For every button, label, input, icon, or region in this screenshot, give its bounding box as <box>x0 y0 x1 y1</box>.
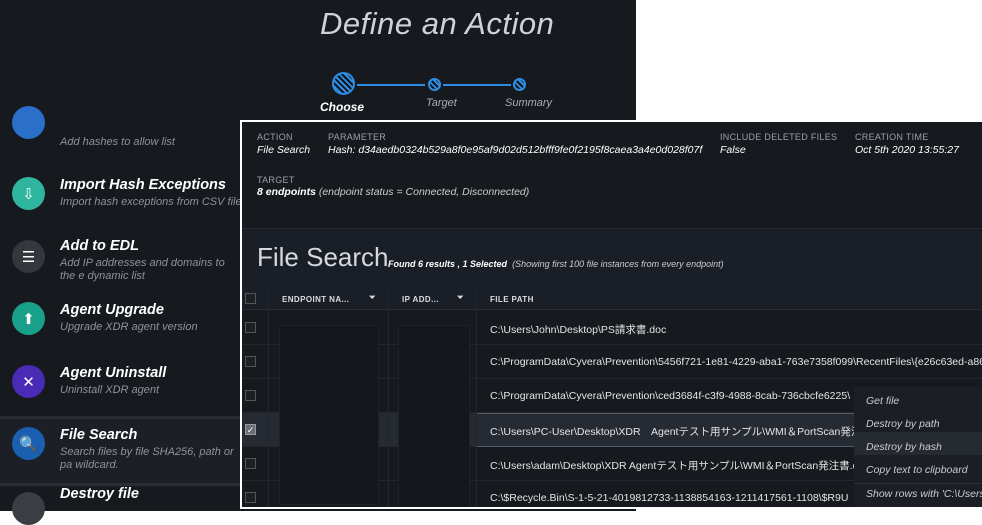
allow-list-icon <box>12 106 45 139</box>
action-label: ACTION <box>257 132 293 142</box>
table-header: ENDPOINT NA... ⏷ IP ADD... ⏷ FILE PATH <box>242 288 982 310</box>
action-desc: Upgrade XDR agent version <box>60 321 198 333</box>
file-path-cell[interactable]: C:\Users\John\Desktop\PS請求書.doc <box>490 322 666 337</box>
file-path-cell[interactable]: C:\ProgramData\Cyvera\Prevention\5456f72… <box>490 356 982 368</box>
action-desc: Import hash exceptions from CSV file <box>60 196 242 208</box>
step-choose-label: Choose <box>320 100 365 114</box>
action-name: File Search <box>60 427 138 443</box>
column-divider <box>268 288 269 507</box>
step-target-label: Target <box>426 97 457 109</box>
menu-divider <box>854 483 982 484</box>
creation-time-label: CREATION TIME <box>855 132 929 142</box>
action-desc: Search files by file SHA256, path or pa … <box>60 446 234 471</box>
creation-time-value: Oct 5th 2020 13:55:27 <box>855 144 959 156</box>
menu-copy-text[interactable]: Copy text to clipboard <box>866 464 968 476</box>
results-title: File Search <box>257 242 389 272</box>
filter-icon[interactable]: ⏷ <box>369 293 376 303</box>
row-checkbox[interactable]: ✓ <box>245 424 256 435</box>
parameter-label: PARAMETER <box>328 132 387 142</box>
context-menu: Get file Destroy by path Destroy by hash… <box>854 387 982 507</box>
filter-icon[interactable]: ⏷ <box>457 293 464 303</box>
step-summary-icon[interactable] <box>513 78 526 91</box>
menu-destroy-by-path[interactable]: Destroy by path <box>866 418 940 430</box>
file-search-icon: 🔍 <box>12 427 45 460</box>
destroy-file-icon <box>12 492 45 525</box>
upgrade-icon: ⬆ <box>12 302 45 335</box>
list-icon: ☰ <box>12 240 45 273</box>
step-target-icon[interactable] <box>428 78 441 91</box>
action-value: File Search <box>257 144 311 156</box>
page-title: Define an Action <box>320 6 555 41</box>
row-checkbox[interactable] <box>245 322 256 333</box>
file-path-cell[interactable]: C:\Users\adam\Desktop\XDR Agentテスト用サンプル\… <box>490 458 864 473</box>
row-checkbox[interactable] <box>245 492 256 503</box>
target-value: 8 endpoints (endpoint status = Connected… <box>257 186 529 198</box>
file-path-cell[interactable]: C:\$Recycle.Bin\S-1-5-21-4019812733-1138… <box>490 492 848 504</box>
results-info: Found 6 results , 1 Selected (Showing fi… <box>388 259 724 269</box>
file-path-cell[interactable]: C:\ProgramData\Cyvera\Prevention\ced3684… <box>490 390 850 402</box>
row-checkbox[interactable] <box>245 458 256 469</box>
step-choose-icon[interactable] <box>332 72 355 95</box>
redacted-endpoint-names <box>279 325 379 505</box>
action-desc: Add hashes to allow list <box>60 136 175 148</box>
action-desc: Uninstall XDR agent <box>60 384 160 396</box>
action-name: Add to EDL <box>60 238 139 254</box>
column-divider <box>388 288 389 507</box>
column-ip-address[interactable]: IP ADD... <box>402 295 439 304</box>
target-count: 8 endpoints <box>257 186 316 198</box>
menu-destroy-by-hash[interactable]: Destroy by hash <box>866 441 942 453</box>
column-endpoint-name[interactable]: ENDPOINT NA... <box>282 295 349 304</box>
menu-get-file[interactable]: Get file <box>866 395 899 407</box>
action-name: Agent Upgrade <box>60 302 164 318</box>
uninstall-icon: ✕ <box>12 365 45 398</box>
include-deleted-label: INCLUDE DELETED FILES <box>720 132 838 142</box>
row-checkbox[interactable] <box>245 390 256 401</box>
select-all-checkbox[interactable] <box>245 293 256 304</box>
include-deleted-value: False <box>720 144 746 156</box>
redacted-ip-addresses <box>398 325 470 507</box>
row-checkbox[interactable] <box>245 356 256 367</box>
action-name: Agent Uninstall <box>60 365 167 381</box>
step-summary-label: Summary <box>505 97 553 109</box>
parameter-value: Hash: d34aedb0324b529a8f0e95af9d02d512bf… <box>328 144 703 156</box>
action-name: Destroy file <box>60 486 139 502</box>
results-note: (Showing first 100 file instances from e… <box>512 259 724 269</box>
file-search-results-panel: ACTION File Search PARAMETER Hash: d34ae… <box>240 120 982 509</box>
action-name: Import Hash Exceptions <box>60 177 226 193</box>
menu-show-rows-with[interactable]: Show rows with 'C:\Users\P <box>866 488 982 500</box>
target-label: TARGET <box>257 175 295 185</box>
action-desc: Add IP addresses and domains to the e dy… <box>60 257 225 282</box>
results-count: Found 6 results , 1 Selected <box>388 259 508 269</box>
step-connector <box>357 84 425 86</box>
column-divider <box>476 288 477 507</box>
import-icon: ⇩ <box>12 177 45 210</box>
column-file-path[interactable]: FILE PATH <box>490 295 534 304</box>
file-path-cell[interactable]: C:\Users\PC-User\Desktop\XDR Agentテスト用サン… <box>490 424 861 439</box>
target-status: (endpoint status = Connected, Disconnect… <box>315 186 530 198</box>
step-connector <box>443 84 511 86</box>
